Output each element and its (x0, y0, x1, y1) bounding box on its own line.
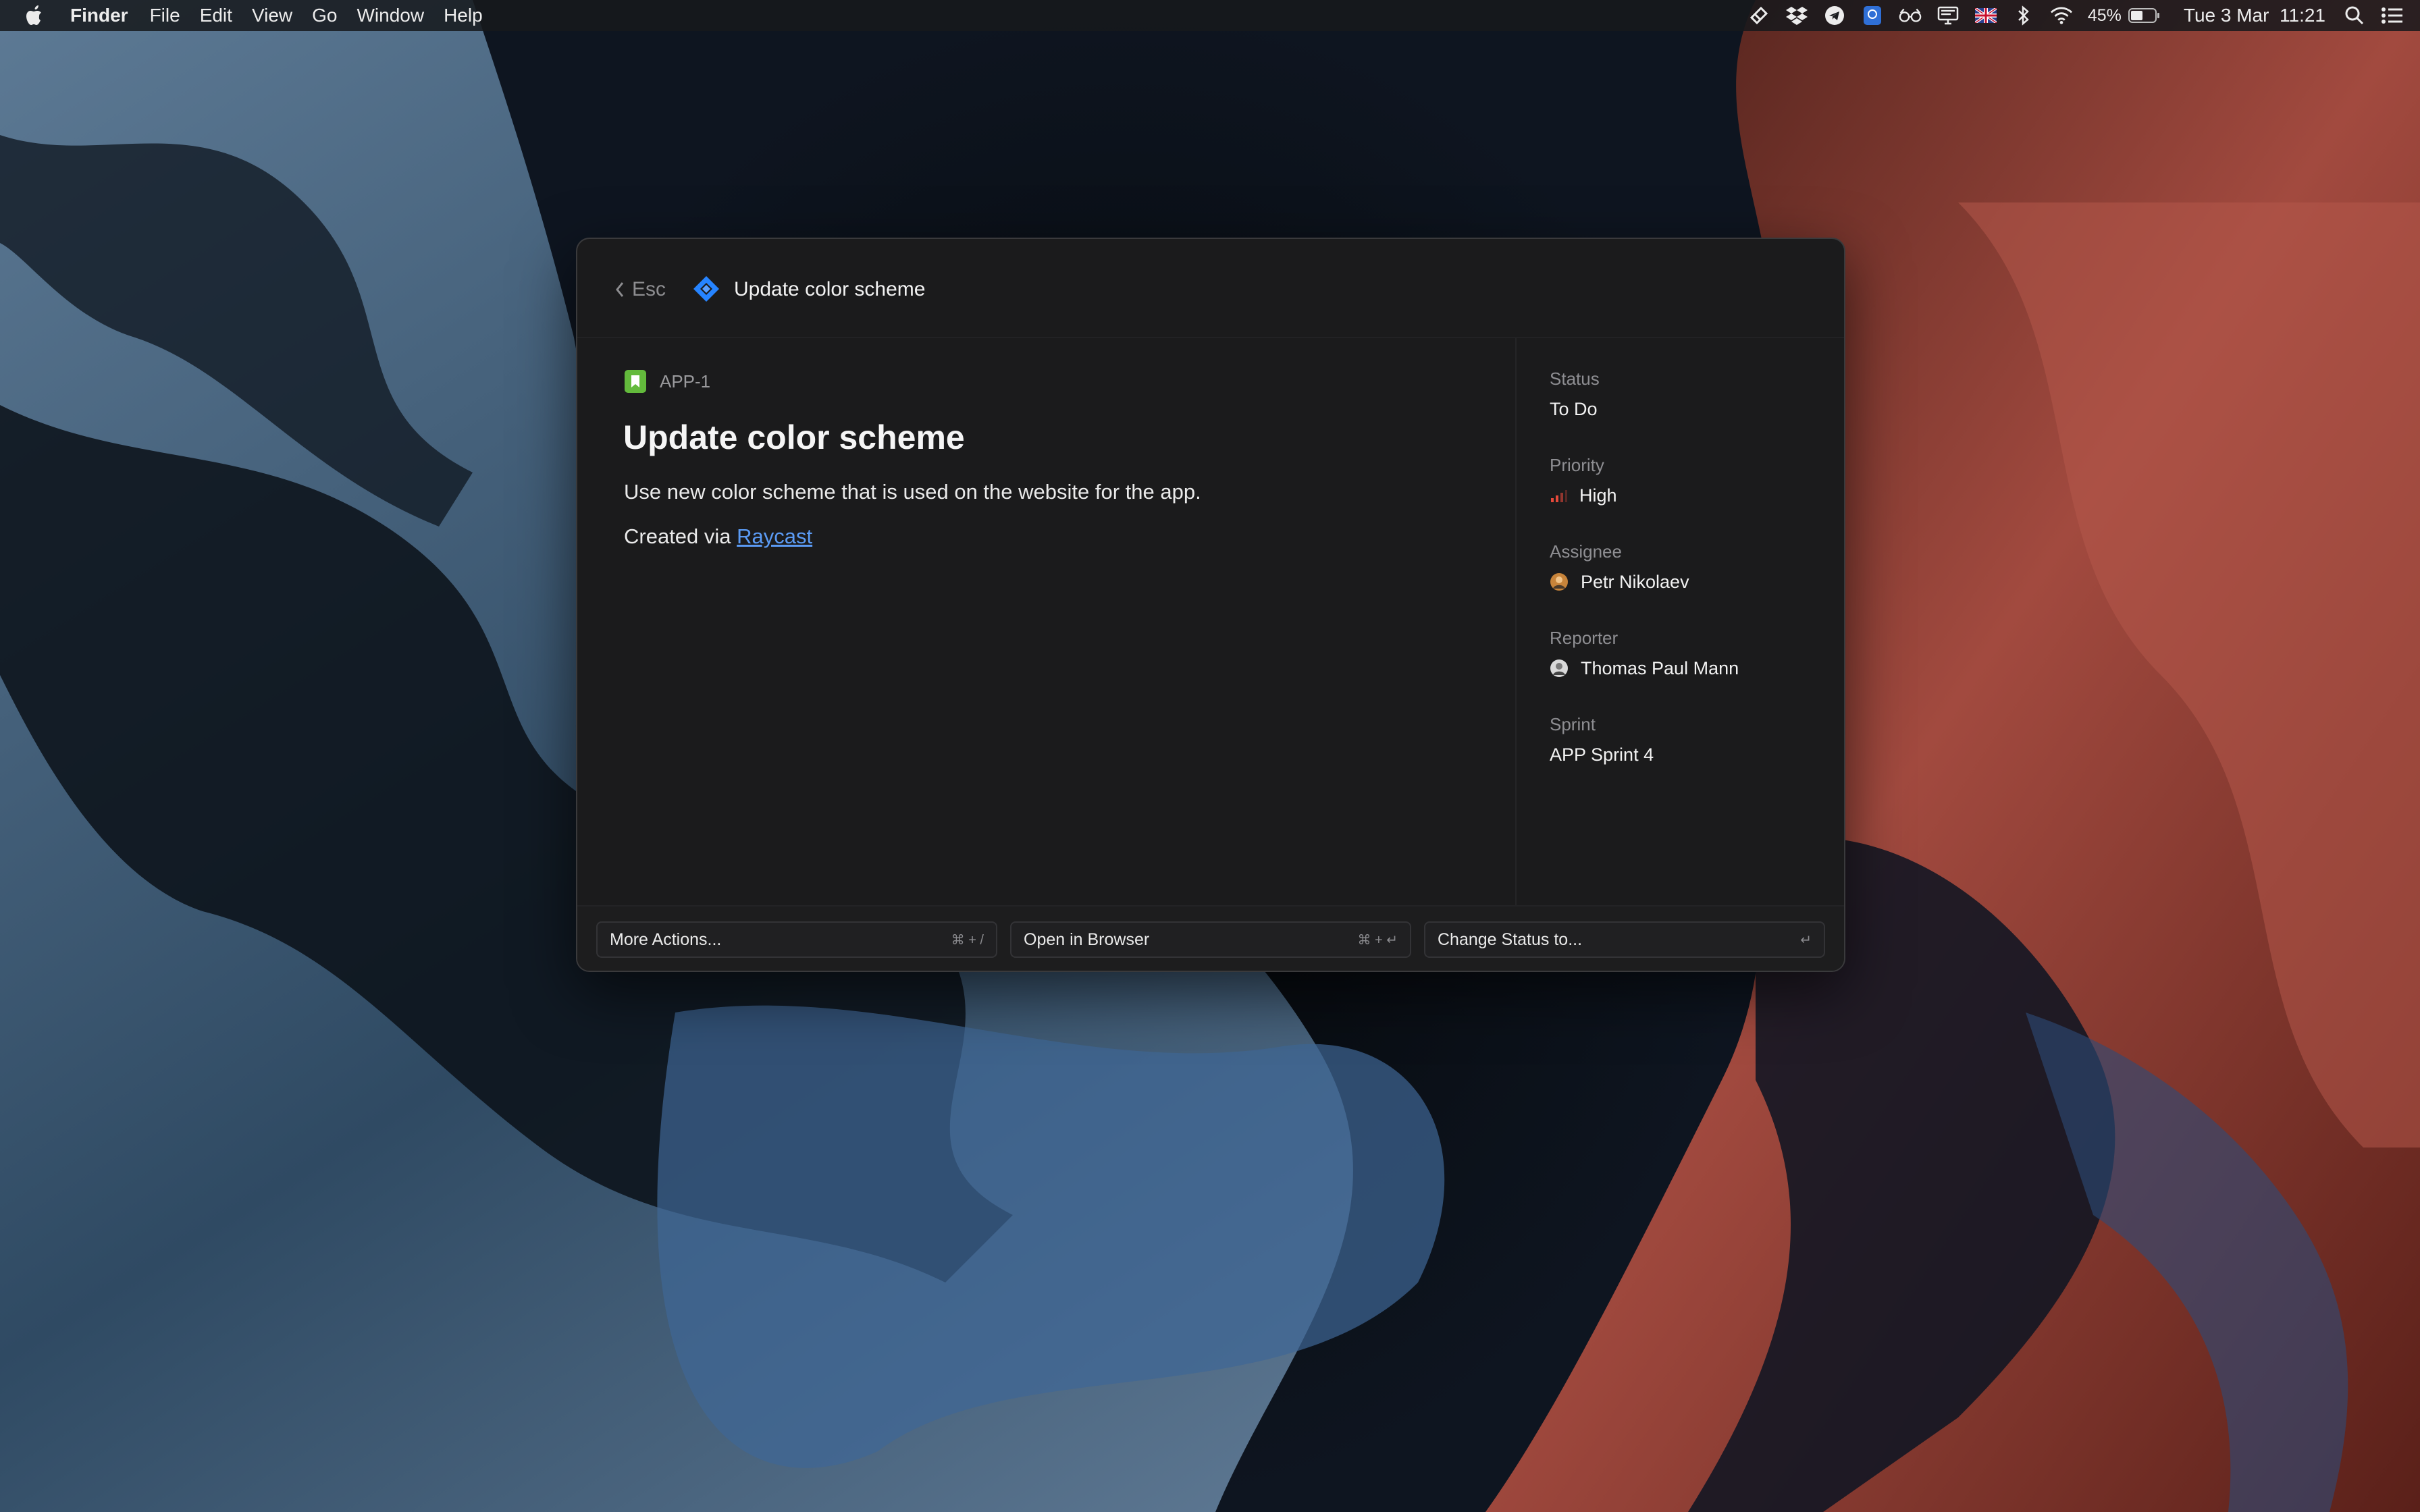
menubar-clock[interactable]: Tue 3 Mar 11:21 (2184, 0, 2325, 31)
back-button[interactable]: Esc (614, 273, 666, 306)
input-source-flag-icon[interactable] (1974, 4, 1997, 27)
action-bar: More Actions... ⌘ + / Open in Browser ⌘ … (577, 905, 1844, 971)
status-field: Status To Do (1550, 367, 1600, 422)
open-in-browser-shortcut: ⌘ + ↵ (1357, 932, 1398, 948)
back-button-label: Esc (632, 278, 666, 300)
sprint-field: Sprint APP Sprint 4 (1550, 712, 1654, 767)
battery-icon[interactable] (2128, 4, 2161, 27)
glasses-icon[interactable] (1899, 4, 1922, 27)
issue-detail-window: Esc Update color scheme APP-1 Update col… (576, 238, 1845, 972)
wifi-icon[interactable] (2050, 4, 2073, 27)
issue-title: Update color scheme (623, 418, 965, 456)
priority-value: High (1579, 485, 1617, 506)
search-icon[interactable] (2343, 4, 2366, 27)
issue-description: Use new color scheme that is used on the… (624, 480, 1201, 504)
issue-key: APP-1 (625, 369, 710, 394)
reporter-label: Reporter (1550, 628, 1619, 648)
story-icon (625, 370, 646, 393)
issue-detail-main: APP-1 Update color scheme Use new color … (577, 338, 1516, 905)
priority-label: Priority (1550, 455, 1604, 475)
issue-key-text[interactable]: APP-1 (660, 371, 710, 392)
more-actions-label: More Actions... (610, 929, 722, 949)
change-status-button[interactable]: Change Status to... ↵ (1424, 921, 1825, 958)
menu-help[interactable]: Help (444, 0, 483, 31)
open-in-browser-label: Open in Browser (1024, 929, 1150, 949)
menu-go[interactable]: Go (312, 0, 337, 31)
back-chevron-icon (616, 282, 624, 297)
change-status-label: Change Status to... (1438, 929, 1583, 949)
avatar (1550, 659, 1569, 678)
control-center-icon[interactable] (2381, 4, 2404, 27)
reporter-field: Reporter Thomas Paul Mann (1550, 626, 1739, 681)
assignee-field: Assignee Petr Nikolaev (1550, 539, 1689, 595)
issue-metadata-sidebar: Status To Do Priority High Assignee Petr… (1550, 338, 1833, 905)
reporter-row: Thomas Paul Mann (1550, 655, 1739, 681)
assignee-value: Petr Nikolaev (1581, 572, 1689, 592)
sprint-value: APP Sprint 4 (1550, 745, 1654, 765)
display-icon[interactable] (1937, 4, 1959, 27)
assignee-label: Assignee (1550, 541, 1622, 562)
dropbox-icon[interactable] (1785, 4, 1808, 27)
telegram-icon[interactable] (1823, 4, 1846, 27)
menu-file[interactable]: File (150, 0, 180, 31)
reporter-value: Thomas Paul Mann (1581, 658, 1739, 678)
window-header: Esc Update color scheme (577, 239, 1844, 338)
avatar (1550, 572, 1569, 591)
change-status-shortcut: ↵ (1800, 932, 1812, 948)
bluetooth-icon[interactable] (2012, 4, 2035, 27)
status-label: Status (1550, 369, 1600, 389)
menu-bar: Finder File Edit View Go Window Help 45%… (0, 0, 2420, 31)
priority-field: Priority High (1550, 453, 1617, 508)
menu-app-name[interactable]: Finder (70, 0, 128, 31)
sidebar-divider (1515, 338, 1517, 905)
status-value: To Do (1550, 399, 1598, 419)
app-tray-icon[interactable] (1861, 4, 1884, 27)
battery-percent: 45% (2087, 6, 2122, 25)
jira-icon (693, 276, 719, 302)
assignee-row: Petr Nikolaev (1550, 569, 1689, 595)
priority-row: High (1550, 483, 1617, 508)
menu-window[interactable]: Window (357, 0, 424, 31)
raycast-tray-icon[interactable] (1747, 4, 1770, 27)
more-actions-shortcut: ⌘ + / (951, 932, 984, 948)
menu-view[interactable]: View (252, 0, 292, 31)
raycast-link[interactable]: Raycast (737, 524, 812, 548)
sprint-label: Sprint (1550, 714, 1596, 734)
header-title: Update color scheme (734, 278, 926, 300)
created-via: Created via Raycast (624, 524, 812, 549)
priority-high-icon (1550, 489, 1567, 502)
more-actions-button[interactable]: More Actions... ⌘ + / (596, 921, 997, 958)
open-in-browser-button[interactable]: Open in Browser ⌘ + ↵ (1010, 921, 1411, 958)
menu-edit[interactable]: Edit (200, 0, 232, 31)
created-via-prefix: Created via (624, 524, 731, 548)
apple-icon[interactable] (24, 3, 46, 28)
